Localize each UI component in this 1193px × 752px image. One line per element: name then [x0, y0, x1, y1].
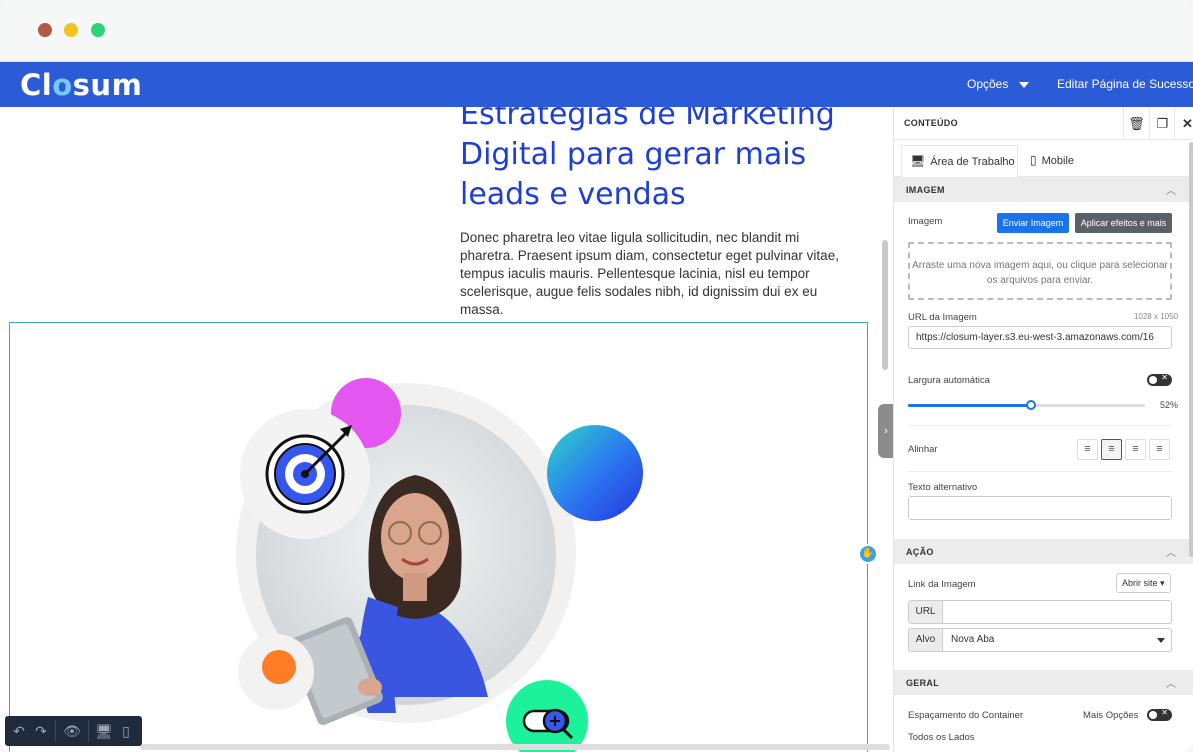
chevron-up-icon[interactable]: ︿ [1166, 182, 1176, 197]
width-slider-handle[interactable] [1026, 400, 1036, 410]
align-left-button[interactable]: ≡ [1077, 439, 1098, 460]
panel-title: CONTEÚDO [904, 118, 958, 128]
section-heading: IMAGEM [906, 185, 945, 195]
options-menu[interactable]: Opções [967, 77, 1008, 91]
properties-panel: CONTEÚDO 🗑 ❐ ✕ 🖥 Área de Trabalho ▯ Mobile… [893, 107, 1193, 752]
alt-text-input[interactable] [908, 496, 1172, 520]
section-acao-header[interactable]: AÇÃO ︿ [894, 539, 1193, 564]
desktop-icon: 🖥 [910, 154, 926, 168]
drag-hand-icon[interactable]: ✋ [858, 544, 878, 564]
image-url-input[interactable]: https://closum-layer.s3.eu-west-3.amazon… [908, 326, 1172, 349]
canvas-vertical-scrollbar[interactable] [882, 240, 888, 370]
link-target-select[interactable]: Nova Aba [943, 628, 1172, 652]
bottom-toolbar: ↶ ↷ 👁 🖥 ▯ [5, 716, 142, 746]
toolbar-divider [55, 720, 56, 742]
undo-icon[interactable]: ↶ [10, 722, 28, 740]
tab-label: Mobile [1041, 155, 1075, 167]
tab-desktop[interactable]: 🖥 Área de Trabalho [901, 145, 1018, 177]
close-window-button[interactable] [38, 23, 52, 37]
chevron-up-icon[interactable]: ︿ [1166, 675, 1176, 690]
target-addon: Alvo [908, 628, 943, 652]
image-dimensions: 1028 x 1050 [1133, 312, 1178, 321]
upload-image-button[interactable]: Enviar Imagem [997, 213, 1069, 233]
app-window: Closum Opções Editar Página de Sucesso →… [0, 0, 1193, 752]
alt-text-label: Texto alternativo [908, 482, 978, 493]
align-center-button[interactable]: ≡ [1101, 439, 1122, 460]
more-options-toggle[interactable]: ✕ [1147, 708, 1172, 721]
container-spacing-label: Espaçamento do Container [908, 710, 1024, 721]
trash-icon[interactable]: 🗑 [1123, 107, 1149, 140]
apply-effects-button[interactable]: Aplicar efeitos e mais [1075, 213, 1172, 233]
auto-width-toggle[interactable]: ✕ [1147, 373, 1172, 386]
panel-collapse-toggle[interactable]: › [878, 404, 893, 458]
window-titlebar [0, 0, 1193, 62]
auto-width-label: Largura automática [908, 375, 990, 386]
align-justify-button[interactable]: ≡ [1149, 439, 1170, 460]
section-heading: AÇÃO [906, 547, 934, 557]
desktop-icon[interactable]: 🖥 [95, 722, 113, 740]
page-title[interactable]: Estratégias de Marketing Digital para ge… [460, 107, 880, 215]
image-link-label: Link da Imagem [908, 579, 976, 590]
divider [908, 425, 1172, 426]
url-addon: URL [908, 600, 943, 624]
align-right-button[interactable]: ≡ [1125, 439, 1146, 460]
width-slider-fill [908, 404, 1031, 407]
device-tabs: 🖥 Área de Trabalho ▯ Mobile [894, 140, 1193, 177]
edit-success-page-link[interactable]: Editar Página de Sucesso → [1057, 77, 1193, 91]
caret-down-icon [1157, 638, 1165, 643]
panel-header: CONTEÚDO 🗑 ❐ ✕ [894, 107, 1193, 140]
more-options-label: Mais Opções [1083, 710, 1139, 721]
link-url-input[interactable] [943, 600, 1172, 624]
close-icon[interactable]: ✕ [1174, 107, 1193, 140]
align-label: Alinhar [908, 444, 938, 455]
width-slider[interactable] [908, 400, 1145, 410]
closum-logo[interactable]: Closum [20, 68, 142, 102]
section-geral-header[interactable]: GERAL ︿ [894, 670, 1193, 695]
chevron-up-icon[interactable]: ︿ [1166, 544, 1176, 559]
tab-label: Área de Trabalho [930, 156, 1015, 168]
image-dropzone[interactable]: Arraste uma nova imagem aqui, ou clique … [908, 242, 1172, 300]
tab-mobile[interactable]: ▯ Mobile [1022, 145, 1102, 177]
divider [908, 471, 1172, 472]
minimize-window-button[interactable] [64, 23, 78, 37]
width-value: 52% [1159, 400, 1178, 410]
selected-image-block[interactable] [9, 322, 868, 752]
panel-scrollbar[interactable] [1189, 142, 1193, 557]
app-header: Closum Opções Editar Página de Sucesso → [0, 62, 1193, 107]
mobile-icon: ▯ [1030, 153, 1037, 167]
section-heading: GERAL [906, 678, 939, 688]
link-mode-select[interactable]: Abrir site ▾ [1116, 573, 1171, 593]
image-url-label: URL da Imagem [908, 312, 977, 323]
duplicate-icon[interactable]: ❐ [1149, 107, 1175, 140]
redo-icon[interactable]: ↷ [32, 722, 50, 740]
link-mode-value: Abrir site [1122, 578, 1158, 588]
maximize-window-button[interactable] [91, 23, 105, 37]
canvas-horizontal-scrollbar[interactable] [140, 744, 890, 750]
eye-icon[interactable]: 👁 [63, 722, 81, 740]
toolbar-divider [88, 720, 89, 742]
all-sides-label: Todos os Lados [908, 732, 975, 743]
link-target-value: Nova Aba [951, 634, 995, 645]
section-imagem-header[interactable]: IMAGEM ︿ [894, 177, 1193, 202]
caret-down-icon: ▾ [1160, 578, 1165, 588]
hero-paragraph[interactable]: Donec pharetra leo vitae ligula sollicit… [460, 229, 840, 319]
image-label: Imagem [908, 216, 943, 227]
chevron-down-icon[interactable] [1019, 82, 1029, 88]
editor-canvas: Estratégias de Marketing Digital para ge… [0, 107, 893, 752]
mobile-icon[interactable]: ▯ [117, 722, 135, 740]
